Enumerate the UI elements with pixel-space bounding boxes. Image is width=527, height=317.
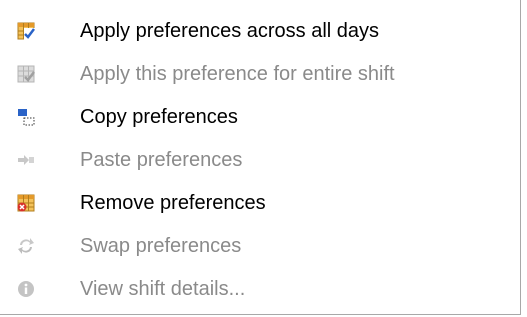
info-icon xyxy=(17,280,35,298)
menu-item-label: Remove preferences xyxy=(80,192,266,214)
menu-item-label: Apply this preference for entire shift xyxy=(80,63,395,85)
grid-remove-icon xyxy=(17,194,35,212)
menu-item-apply-entire-shift[interactable]: Apply this preference for entire shift xyxy=(0,55,519,93)
grid-check-icon xyxy=(17,22,35,40)
menu-item-remove-preferences[interactable]: Remove preferences xyxy=(0,184,519,222)
menu-item-label: Paste preferences xyxy=(80,149,243,171)
copy-icon xyxy=(17,108,35,126)
grid-check-icon xyxy=(17,65,35,83)
menu-item-view-shift-details[interactable]: View shift details... xyxy=(0,270,519,308)
swap-icon xyxy=(17,237,35,255)
menu-item-label: Swap preferences xyxy=(80,235,242,257)
menu-item-swap-preferences[interactable]: Swap preferences xyxy=(0,227,519,265)
menu-item-apply-all-days[interactable]: Apply preferences across all days xyxy=(0,12,519,50)
menu-item-copy-preferences[interactable]: Copy preferences xyxy=(0,98,519,136)
menu-item-label: Apply preferences across all days xyxy=(80,20,380,42)
menu-item-paste-preferences[interactable]: Paste preferences xyxy=(0,141,519,179)
context-menu: Apply preferences across all days Apply … xyxy=(0,0,521,315)
menu-item-label: Copy preferences xyxy=(80,106,238,128)
paste-arrow-icon xyxy=(17,151,35,169)
menu-item-label: View shift details... xyxy=(80,278,246,300)
